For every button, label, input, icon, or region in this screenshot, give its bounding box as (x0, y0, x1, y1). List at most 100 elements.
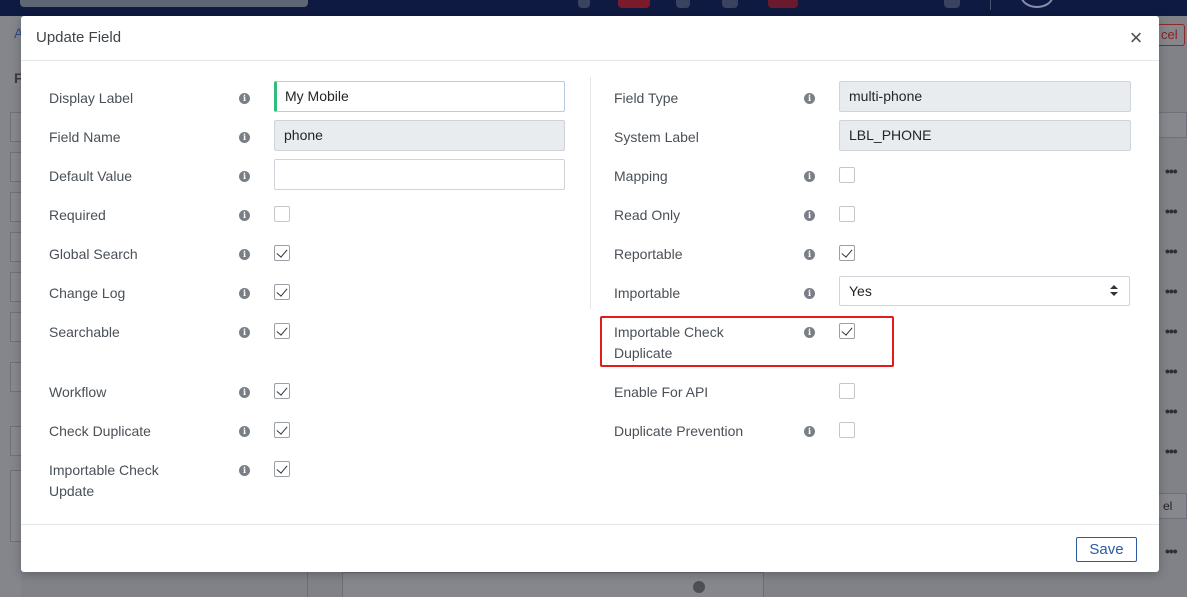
column-divider (590, 77, 591, 309)
field-name-input: phone (274, 120, 565, 151)
label-field-type: Field Type (614, 90, 679, 106)
info-icon[interactable]: i (804, 171, 815, 182)
label-change-log: Change Log (49, 285, 126, 301)
info-icon[interactable]: i (239, 249, 250, 260)
info-icon[interactable]: i (804, 288, 815, 299)
update-field-modal: Update Field × Display Label i My Mobile… (21, 16, 1159, 572)
navbar-badge-icon (768, 0, 798, 8)
label-importable-check-duplicate: Importable Check Duplicate (614, 322, 724, 364)
modal-footer: Save (21, 524, 1159, 572)
label-required: Required (49, 207, 106, 223)
info-icon[interactable]: i (239, 132, 250, 143)
save-button[interactable]: Save (1076, 537, 1137, 562)
bg-row-menu-icon: ••• (1165, 283, 1178, 299)
label-global-search: Global Search (49, 246, 138, 262)
info-icon[interactable]: i (239, 288, 250, 299)
duplicate-prevention-checkbox[interactable] (839, 422, 855, 438)
importable-select-value: Yes (849, 283, 872, 299)
label-line: Duplicate (614, 345, 673, 361)
label-workflow: Workflow (49, 384, 107, 400)
info-icon[interactable]: i (239, 465, 250, 476)
importable-select[interactable]: Yes (839, 276, 1130, 306)
bg-bottom-panel (342, 572, 764, 597)
bg-row-menu-icon: ••• (1165, 543, 1178, 559)
bg-cancel-button: cel (1159, 24, 1185, 46)
label-line: Importable Check (49, 462, 159, 478)
label-importable-check-update: Importable Check Update (49, 460, 159, 502)
bg-row-menu-icon: ••• (1165, 163, 1178, 179)
bg-left-row (10, 272, 21, 302)
close-icon[interactable]: × (1127, 27, 1145, 49)
label-read-only: Read Only (614, 207, 681, 223)
read-only-checkbox[interactable] (839, 206, 855, 222)
navbar-search-pill (20, 0, 308, 7)
label-reportable: Reportable (614, 246, 683, 262)
navbar-plus-icon (676, 0, 690, 8)
label-mapping: Mapping (614, 168, 668, 184)
default-value-input[interactable] (274, 159, 565, 190)
bg-left-row (10, 362, 21, 392)
info-icon[interactable]: i (239, 171, 250, 182)
info-icon[interactable]: i (239, 426, 250, 437)
system-label-input: LBL_PHONE (839, 120, 1131, 151)
label-duplicate-prevention: Duplicate Prevention (614, 423, 744, 439)
info-icon[interactable]: i (804, 93, 815, 104)
bg-left-row (10, 312, 21, 342)
info-icon[interactable]: i (804, 327, 815, 338)
label-default-value: Default Value (49, 168, 133, 184)
bg-left-row (10, 192, 21, 222)
info-icon[interactable]: i (239, 327, 250, 338)
info-icon[interactable]: i (804, 426, 815, 437)
navbar-alert-icon (618, 0, 650, 8)
bg-left-row (10, 112, 21, 142)
bg-row-menu-icon: ••• (1165, 243, 1178, 259)
display-label-input[interactable]: My Mobile (274, 81, 565, 112)
label-line: Update (49, 483, 95, 499)
bg-row-menu-icon: ••• (1165, 363, 1178, 379)
enable-for-api-checkbox[interactable] (839, 383, 855, 399)
bg-row-menu-icon: ••• (1165, 323, 1178, 339)
navbar-search-icon (722, 0, 738, 8)
label-searchable: Searchable (49, 324, 120, 340)
global-search-checkbox[interactable] (274, 245, 290, 261)
workflow-checkbox[interactable] (274, 383, 290, 399)
info-icon[interactable]: i (804, 210, 815, 221)
label-importable: Importable (614, 285, 681, 301)
label-check-duplicate: Check Duplicate (49, 423, 151, 439)
navbar-avatar (1020, 0, 1054, 8)
bg-row-menu-icon: ••• (1165, 203, 1178, 219)
importable-check-update-checkbox[interactable] (274, 461, 290, 477)
required-checkbox[interactable] (274, 206, 290, 222)
label-enable-for-api: Enable For API (614, 384, 709, 400)
label-field-name: Field Name (49, 129, 121, 145)
bg-select: el (1159, 493, 1187, 519)
info-icon[interactable]: i (804, 249, 815, 260)
mapping-checkbox[interactable] (839, 167, 855, 183)
navbar-user-icon (578, 0, 590, 8)
info-icon[interactable]: i (239, 210, 250, 221)
label-system-label: System Label (614, 129, 699, 145)
bg-left-row (10, 470, 21, 542)
bg-left-row (10, 152, 21, 182)
bg-left-row (10, 232, 21, 262)
background-right-panel: cel ••• ••• ••• ••• ••• ••• ••• ••• el •… (1159, 16, 1187, 597)
label-line: Importable Check (614, 324, 724, 340)
navbar-settings-icon (944, 0, 960, 8)
info-icon[interactable]: i (239, 387, 250, 398)
bg-info-icon (693, 581, 705, 593)
bg-row-menu-icon: ••• (1165, 403, 1178, 419)
field-type-input: multi-phone (839, 81, 1131, 112)
sort-arrows-icon (1110, 285, 1119, 297)
info-icon[interactable]: i (239, 93, 250, 104)
label-display-label: Display Label (49, 90, 134, 106)
change-log-checkbox[interactable] (274, 284, 290, 300)
modal-title: Update Field (36, 29, 122, 46)
importable-check-duplicate-checkbox[interactable] (839, 323, 855, 339)
top-navbar (0, 0, 1187, 16)
navbar-separator (990, 0, 991, 10)
reportable-checkbox[interactable] (839, 245, 855, 261)
bg-divider (307, 572, 308, 597)
modal-header: Update Field × (21, 16, 1159, 61)
searchable-checkbox[interactable] (274, 323, 290, 339)
check-duplicate-checkbox[interactable] (274, 422, 290, 438)
